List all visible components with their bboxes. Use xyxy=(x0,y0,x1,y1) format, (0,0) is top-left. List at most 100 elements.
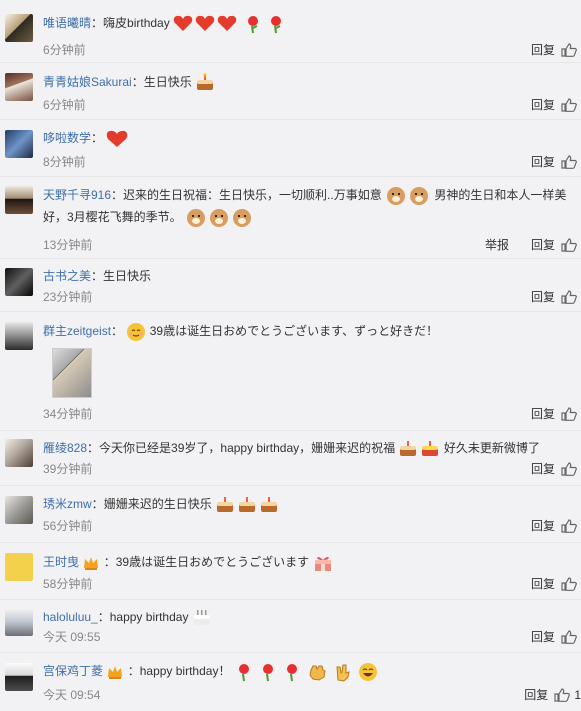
comment-item: 古书之美：生日快乐 23分钟前 回复 xyxy=(0,259,581,312)
fist-icon xyxy=(309,665,326,681)
username[interactable]: 青青姑娘Sakurai xyxy=(43,75,132,89)
timestamp: 8分钟前 xyxy=(43,155,86,169)
comment-item: 宫保鸡丁菱 ：happy birthday！ 今天 09:54 回复 1 xyxy=(0,653,581,711)
thumbs-up-icon[interactable] xyxy=(561,154,577,169)
timestamp: 34分钟前 xyxy=(43,407,93,421)
avatar[interactable] xyxy=(5,186,33,214)
comment-text-extra: 男神的生日和本人一样美 xyxy=(434,188,567,203)
reply-button[interactable]: 回复 xyxy=(531,41,555,58)
reply-button[interactable]: 回复 xyxy=(531,236,555,253)
colon: ： xyxy=(131,75,144,89)
report-button[interactable]: 举报 xyxy=(485,236,509,253)
thumbs-up-icon[interactable] xyxy=(561,97,577,112)
colon: ： xyxy=(111,188,124,203)
thumbs-up-icon[interactable] xyxy=(561,461,577,476)
colon: ： xyxy=(91,131,104,145)
attached-photo[interactable] xyxy=(52,348,92,398)
rock-icon xyxy=(336,664,351,682)
username[interactable]: 琇米zmw xyxy=(43,497,92,511)
comment-text: 姗姗来迟的生日快乐 xyxy=(103,497,212,511)
comment-text: 今天你已经是39岁了，happy birthday，姗姗来迟的祝福 xyxy=(99,441,396,455)
comment-text: 39歳は诞生日おめでとうございます、ずっと好きだ！ xyxy=(149,324,439,338)
reply-button[interactable]: 回复 xyxy=(531,628,555,645)
comment-text-extra: 好，3月樱花飞舞的季节。 xyxy=(43,210,182,225)
thumbs-up-icon[interactable] xyxy=(561,518,577,533)
comment-item: 群主zeitgeist： 39歳は诞生日おめでとうございます、ずっと好きだ！ 3… xyxy=(0,312,581,431)
comment-item: 天野千寻916：迟来的生日祝福：生日快乐，一切顺利..万事如意 男神的生日和本人… xyxy=(0,177,581,259)
reply-button[interactable]: 回复 xyxy=(531,460,555,477)
comment-text: 嗨皮birthday xyxy=(103,16,170,30)
avatar[interactable] xyxy=(5,553,33,581)
avatar[interactable] xyxy=(5,439,33,467)
avatar[interactable] xyxy=(5,268,33,296)
username[interactable]: 王时曳 xyxy=(43,555,79,569)
heart-icon xyxy=(173,15,237,31)
timestamp: 今天 09:55 xyxy=(43,630,101,644)
comment-item: haloluluu_：happy birthday 今天 09:55 回复 xyxy=(0,600,581,653)
thumbs-up-icon[interactable] xyxy=(561,406,577,421)
username[interactable]: 天野千寻916 xyxy=(43,188,111,202)
comment-item: 青青姑娘Sakurai：生日快乐 6分钟前 回复 xyxy=(0,63,581,120)
reply-button[interactable]: 回复 xyxy=(524,686,548,703)
reply-button[interactable]: 回复 xyxy=(531,153,555,170)
colon: ： xyxy=(91,269,104,283)
avatar[interactable] xyxy=(5,663,33,691)
comment-item: 琇米zmw：姗姗来迟的生日快乐 56分钟前 回复 xyxy=(0,486,581,543)
avatar[interactable] xyxy=(5,496,33,524)
cake-icon xyxy=(193,609,210,625)
timestamp: 6分钟前 xyxy=(43,43,86,57)
avatar[interactable] xyxy=(5,14,33,42)
colon: ： xyxy=(91,497,104,511)
rose-icon xyxy=(248,15,282,33)
thumbs-up-icon[interactable] xyxy=(561,576,577,591)
comment-text: happy birthday xyxy=(109,610,189,624)
reply-button[interactable]: 回复 xyxy=(531,96,555,113)
colon: ： xyxy=(91,16,104,30)
laugh-icon xyxy=(358,662,377,681)
colon: ： xyxy=(103,555,116,569)
timestamp: 13分钟前 xyxy=(43,238,93,252)
timestamp: 今天 09:54 xyxy=(43,688,101,702)
timestamp: 58分钟前 xyxy=(43,577,93,591)
username[interactable]: 哆啦数学 xyxy=(43,131,91,145)
comment-text-extra: 好久未更新微博了 xyxy=(443,441,540,455)
comment-item: 雁绫828：今天你已经是39岁了，happy birthday，姗姗来迟的祝福 … xyxy=(0,431,581,486)
avatar[interactable] xyxy=(5,608,33,636)
username[interactable]: 古书之美 xyxy=(43,269,91,283)
heart-icon xyxy=(107,130,128,147)
cake-icon xyxy=(217,496,278,512)
comment-item: 王时曳 ：39歳は诞生日おめでとうございます 58分钟前 回复 xyxy=(0,543,581,600)
colon: ： xyxy=(111,324,124,338)
reply-button[interactable]: 回复 xyxy=(531,405,555,422)
comment-text: 迟来的生日祝福：生日快乐，一切顺利..万事如意 xyxy=(123,188,382,203)
blush-icon xyxy=(127,322,146,341)
comment-item: 哆啦数学： 8分钟前 回复 xyxy=(0,120,581,177)
username[interactable]: 唯语曦晴 xyxy=(43,16,91,30)
thumbs-up-icon[interactable] xyxy=(554,687,571,702)
comment-text: happy birthday！ xyxy=(139,664,231,678)
username[interactable]: 宫保鸡丁菱 xyxy=(43,664,103,678)
avatar[interactable] xyxy=(5,73,33,101)
username[interactable]: 群主zeitgeist xyxy=(43,324,111,338)
rose-icon xyxy=(238,663,297,681)
comment-item: 唯语曦晴：嗨皮birthday 6分钟前 回复 xyxy=(0,6,581,63)
thumbs-up-icon[interactable] xyxy=(561,237,577,252)
timestamp: 39分钟前 xyxy=(43,462,93,476)
thumbs-up-icon[interactable] xyxy=(561,629,577,644)
like-count: 1 xyxy=(574,687,581,702)
avatar[interactable] xyxy=(5,322,33,350)
reply-button[interactable]: 回复 xyxy=(531,288,555,305)
thumbs-up-icon[interactable] xyxy=(561,289,577,304)
crown-icon xyxy=(84,556,99,570)
username[interactable]: haloluluu_ xyxy=(43,610,98,624)
cake-icon xyxy=(400,440,439,456)
cake-icon xyxy=(197,73,214,90)
thumbs-up-icon[interactable] xyxy=(561,42,577,57)
colon: ： xyxy=(87,441,100,455)
username[interactable]: 雁绫828 xyxy=(43,441,87,455)
reply-button[interactable]: 回复 xyxy=(531,575,555,592)
avatar[interactable] xyxy=(5,130,33,158)
colon: ： xyxy=(97,610,110,624)
reply-button[interactable]: 回复 xyxy=(531,517,555,534)
crown-icon xyxy=(108,665,123,679)
